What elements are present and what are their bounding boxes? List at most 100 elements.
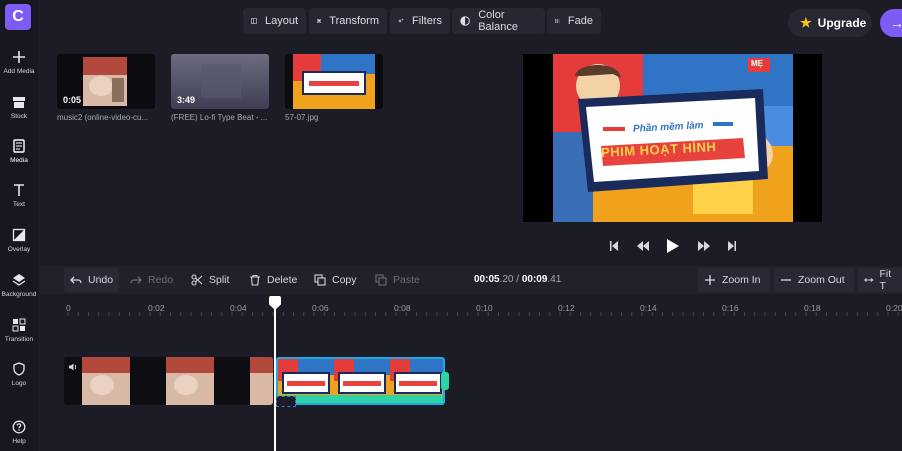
sidebar-item-stock[interactable]: Stock [0, 93, 38, 133]
star-icon: ★ [800, 15, 812, 30]
sidebar-item-label: Transition [4, 336, 34, 343]
layout-button[interactable]: Layout [243, 8, 306, 34]
volume-icon[interactable] [68, 362, 78, 372]
media-thumbnail[interactable]: 0:05 [57, 54, 155, 109]
media-thumbnail[interactable] [285, 54, 383, 109]
delete-button[interactable]: Delete [243, 268, 303, 292]
scissors-icon [191, 274, 203, 286]
ruler-tick-label: 0:16 [722, 303, 739, 313]
video-editor: C Add Media Stock Media Text Overlay Bac… [0, 0, 902, 451]
copy-label: Copy [332, 274, 357, 286]
color-balance-label: Color Balance [478, 9, 518, 33]
media-item[interactable]: 3:49 (FREE) Lo-fi Type Beat - ... [171, 54, 269, 122]
clip-trim-handle[interactable] [441, 372, 449, 390]
sidebar-item-label: Media [10, 157, 28, 164]
copy-icon [314, 274, 326, 286]
fit-icon [864, 278, 874, 282]
text-icon [14, 184, 24, 196]
paste-button[interactable]: Paste [369, 268, 426, 292]
ruler-tick-label: 0:02 [148, 303, 165, 313]
skip-end-icon[interactable] [728, 241, 736, 251]
current-time-frac: .20 [499, 274, 514, 285]
sparkle-icon [398, 18, 404, 24]
overlay-icon [12, 228, 26, 242]
video-clip-frames [64, 357, 273, 405]
ruler-tick-label: 0:18 [804, 303, 821, 313]
transform-label: Transform [329, 15, 379, 27]
sidebar-item-label: Help [12, 438, 26, 445]
background-icon [12, 274, 26, 286]
copy-button[interactable]: Copy [308, 268, 363, 292]
undo-icon [70, 276, 82, 284]
redo-button[interactable]: Redo [124, 268, 179, 292]
sidebar-item-help[interactable]: Help [0, 418, 38, 451]
sidebar-item-label: Logo [11, 380, 27, 387]
fit-button[interactable]: Fit T [858, 268, 902, 292]
upgrade-button[interactable]: ★ Upgrade [788, 9, 872, 37]
zoom-in-button[interactable]: Zoom In [698, 268, 770, 292]
preview-badge: MẸ [751, 59, 763, 68]
color-balance-icon [460, 16, 470, 26]
play-icon[interactable] [667, 239, 679, 253]
sidebar-item-background[interactable]: Background [0, 271, 38, 311]
media-duration: 0:05 [63, 95, 82, 105]
video-preview[interactable]: Phần mềm làm PHIM HOẠT HÌNH MẸ [523, 54, 822, 222]
layout-icon [251, 18, 257, 24]
zoom-in-label: Zoom In [722, 274, 761, 286]
ruler-tick-label: 0:08 [394, 303, 411, 313]
ruler-tick-label: 0:12 [558, 303, 575, 313]
sidebar-item-label: Background [1, 291, 37, 298]
sidebar: C Add Media Stock Media Text Overlay Bac… [0, 0, 38, 451]
media-name: 57-07.jpg [285, 113, 319, 122]
rewind-icon[interactable] [637, 241, 649, 251]
playback-controls [610, 239, 736, 253]
transition-marker[interactable] [276, 396, 296, 407]
fade-button[interactable]: Fade [547, 8, 601, 34]
sidebar-item-transition[interactable]: Transition [0, 316, 38, 356]
ruler-tick-label: 0:20 [886, 303, 902, 313]
timeline-ruler[interactable] [40, 296, 902, 316]
sidebar-item-overlay[interactable]: Overlay [0, 226, 38, 266]
media-item[interactable]: 57-07.jpg [285, 54, 383, 122]
image-thumbnail [285, 54, 383, 109]
app-logo[interactable]: C [5, 4, 31, 30]
fast-forward-icon[interactable] [698, 241, 710, 251]
sidebar-item-add-media[interactable]: Add Media [0, 48, 38, 88]
sidebar-item-text[interactable]: Text [0, 181, 38, 221]
ruler-tick-label: 0:06 [312, 303, 329, 313]
transform-icon [317, 19, 322, 23]
total-time-frac: .41 [547, 274, 562, 285]
ruler-ticks [67, 312, 899, 316]
transform-button[interactable]: Transform [309, 8, 387, 34]
upgrade-label: Upgrade [817, 16, 867, 30]
image-clip[interactable] [276, 357, 445, 405]
split-button[interactable]: Split [185, 268, 235, 292]
zoom-out-button[interactable]: Zoom Out [774, 268, 854, 292]
media-name: music2 (online-video-cu... [57, 113, 149, 122]
zoom-out-label: Zoom Out [798, 274, 845, 286]
skip-start-icon[interactable] [610, 241, 618, 251]
ruler-tick-label: 0:14 [640, 303, 657, 313]
fade-label: Fade [567, 15, 593, 27]
filters-button[interactable]: Filters [390, 8, 450, 34]
ruler-tick-label: 0:04 [230, 303, 247, 313]
playhead-line[interactable] [274, 296, 276, 451]
ruler-tick-label: 0:10 [476, 303, 493, 313]
media-item[interactable]: 0:05 music2 (online-video-cu... [57, 54, 155, 122]
color-balance-button[interactable]: Color Balance [452, 8, 545, 34]
plus-icon [13, 51, 25, 63]
sidebar-item-logo[interactable]: Logo [0, 360, 38, 400]
export-button[interactable]: → [880, 9, 902, 37]
fade-icon [555, 18, 560, 24]
media-thumbnail[interactable]: 3:49 [171, 54, 269, 109]
fit-label: Fit T [879, 268, 892, 292]
shield-icon [13, 362, 25, 376]
sidebar-item-media[interactable]: Media [0, 137, 38, 177]
paste-icon [375, 274, 387, 286]
image-clip-frame [390, 359, 443, 403]
video-clip[interactable] [64, 357, 273, 405]
stock-icon [13, 97, 25, 108]
trash-icon [250, 274, 260, 286]
undo-button[interactable]: Undo [64, 268, 120, 292]
image-clip-frames [278, 359, 443, 403]
